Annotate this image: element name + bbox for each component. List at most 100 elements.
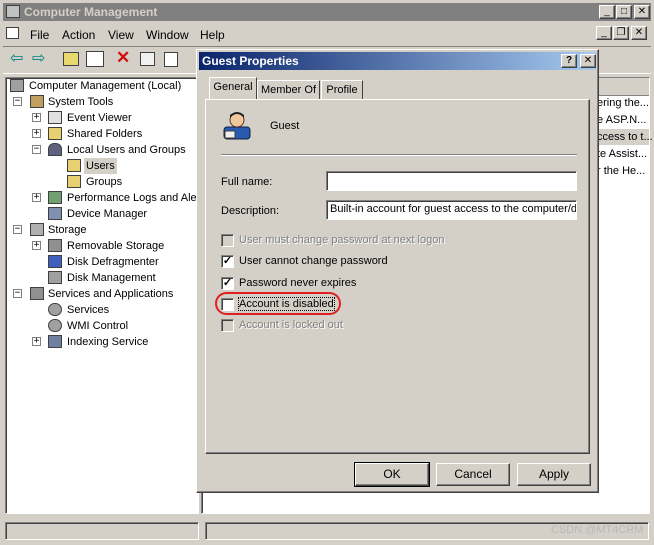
- folder-open-icon: [67, 159, 81, 172]
- guest-properties-dialog: Guest Properties ? ✕ General Member Of P…: [196, 49, 599, 493]
- tree-item-services[interactable]: Services: [67, 302, 109, 318]
- cannot-change-password-label[interactable]: User cannot change password: [239, 255, 388, 267]
- tree-collapse[interactable]: −: [32, 145, 41, 154]
- computer-icon: [10, 79, 24, 92]
- close-button[interactable]: ✕: [634, 5, 650, 19]
- tree-expand[interactable]: +: [32, 337, 41, 346]
- menu-help[interactable]: Help: [200, 28, 225, 42]
- tree-item-disk-defragmenter[interactable]: Disk Defragmenter: [67, 254, 159, 270]
- status-bar: CSDN @MT4CRM: [3, 520, 651, 542]
- account-locked-out-label: Account is locked out: [239, 319, 343, 331]
- tree-content: Computer Management (Local) − System Too…: [5, 77, 197, 512]
- tree-expand[interactable]: +: [32, 193, 41, 202]
- account-locked-out-checkbox: [221, 319, 234, 332]
- tree-collapse[interactable]: −: [13, 97, 22, 106]
- tree-expand[interactable]: +: [32, 113, 41, 122]
- app-icon: [6, 5, 20, 18]
- detail-cell: ering the...: [597, 97, 649, 109]
- perf-logs-icon: [48, 191, 62, 204]
- user-name-label: Guest: [270, 120, 300, 132]
- apply-button[interactable]: Apply: [517, 463, 591, 486]
- detail-cell: te Assist...: [597, 148, 648, 160]
- event-viewer-icon: [48, 111, 62, 124]
- details-header: [597, 78, 649, 96]
- child-restore-button[interactable]: ❐: [613, 26, 629, 40]
- tree-item-users[interactable]: Users: [84, 158, 117, 174]
- dialog-titlebar: Guest Properties ? ✕: [199, 52, 596, 70]
- tree-item-groups[interactable]: Groups: [86, 174, 122, 190]
- description-field[interactable]: Built-in account for guest access to the…: [326, 200, 577, 220]
- tab-member-of[interactable]: Member Of: [257, 80, 320, 100]
- tree-item-services-applications[interactable]: Services and Applications: [48, 286, 173, 302]
- defrag-icon: [48, 255, 62, 268]
- menu-doc-icon[interactable]: [6, 27, 19, 39]
- tree-item-system-tools[interactable]: System Tools: [48, 94, 113, 110]
- tree-expand[interactable]: +: [32, 241, 41, 250]
- highlight-ring: [215, 292, 341, 315]
- tree-item-indexing-service[interactable]: Indexing Service: [67, 334, 148, 350]
- cancel-button[interactable]: Cancel: [436, 463, 510, 486]
- full-name-label: Full name:: [221, 176, 273, 188]
- tab-profile[interactable]: Profile: [321, 80, 363, 100]
- tree-item-shared-folders[interactable]: Shared Folders: [67, 126, 142, 142]
- show-hide-tree-icon[interactable]: [86, 51, 104, 67]
- tools-icon: [30, 95, 44, 108]
- watermark: CSDN @MT4CRM: [551, 524, 644, 536]
- maximize-button[interactable]: □: [616, 5, 632, 19]
- properties-icon[interactable]: [140, 52, 155, 66]
- services-apps-icon: [30, 287, 44, 300]
- tree-collapse[interactable]: −: [13, 225, 22, 234]
- menu-window[interactable]: Window: [146, 28, 189, 42]
- password-never-expires-label[interactable]: Password never expires: [239, 277, 356, 289]
- dialog-close-button[interactable]: ✕: [580, 54, 596, 68]
- main-window-title: Computer Management: [24, 5, 158, 19]
- divider: [221, 154, 577, 156]
- password-never-expires-checkbox[interactable]: ✓: [221, 277, 234, 290]
- tree-item-device-manager[interactable]: Device Manager: [67, 206, 147, 222]
- user-avatar-icon: [221, 109, 253, 141]
- tab-general[interactable]: General: [209, 77, 257, 99]
- child-minimize-button[interactable]: _: [596, 26, 612, 40]
- menu-action[interactable]: Action: [62, 28, 95, 42]
- storage-icon: [30, 223, 44, 236]
- menu-bar: File Action View Window Help _ ❐ ✕: [3, 23, 651, 43]
- description-value: Built-in account for guest access to the…: [330, 203, 577, 215]
- tree-item-storage[interactable]: Storage: [48, 222, 87, 238]
- forward-icon[interactable]: ⇨: [32, 51, 45, 67]
- tree-expand[interactable]: +: [32, 129, 41, 138]
- tree-item-local-users-groups[interactable]: Local Users and Groups: [67, 142, 186, 158]
- status-cell: [5, 522, 199, 540]
- export-icon[interactable]: [164, 52, 178, 67]
- must-change-password-checkbox: [221, 234, 234, 247]
- menu-file[interactable]: File: [30, 28, 49, 42]
- tree-item-wmi-control[interactable]: WMI Control: [67, 318, 128, 334]
- users-groups-icon: [48, 143, 62, 156]
- tree-item-removable-storage[interactable]: Removable Storage: [67, 238, 164, 254]
- tree-collapse[interactable]: −: [13, 289, 22, 298]
- tree-item-event-viewer[interactable]: Event Viewer: [67, 110, 132, 126]
- cannot-change-password-checkbox[interactable]: ✓: [221, 255, 234, 268]
- help-button[interactable]: ?: [561, 54, 577, 68]
- up-folder-icon[interactable]: [63, 52, 79, 66]
- services-icon: [48, 303, 62, 316]
- detail-cell: ccess to t...: [597, 129, 653, 145]
- child-close-button[interactable]: ✕: [631, 26, 647, 40]
- detail-cell: r the He...: [597, 165, 646, 177]
- ok-button[interactable]: OK: [354, 462, 430, 487]
- delete-icon[interactable]: ✕: [116, 49, 130, 67]
- dialog-title: Guest Properties: [202, 54, 299, 68]
- main-titlebar: Computer Management _ □ ✕: [3, 3, 651, 21]
- removable-storage-icon: [48, 239, 62, 252]
- tree-root[interactable]: Computer Management (Local): [29, 78, 181, 94]
- indexing-icon: [48, 335, 62, 348]
- tree-item-performance-logs[interactable]: Performance Logs and Aler: [67, 190, 197, 206]
- folder-icon: [67, 175, 81, 188]
- shared-folders-icon: [48, 127, 62, 140]
- detail-cell: e ASP.N...: [597, 114, 647, 126]
- device-manager-icon: [48, 207, 62, 220]
- back-icon[interactable]: ⇦: [10, 51, 23, 67]
- minimize-button[interactable]: _: [599, 5, 615, 19]
- full-name-field[interactable]: [326, 171, 577, 191]
- menu-view[interactable]: View: [108, 28, 134, 42]
- tree-item-disk-management[interactable]: Disk Management: [67, 270, 156, 286]
